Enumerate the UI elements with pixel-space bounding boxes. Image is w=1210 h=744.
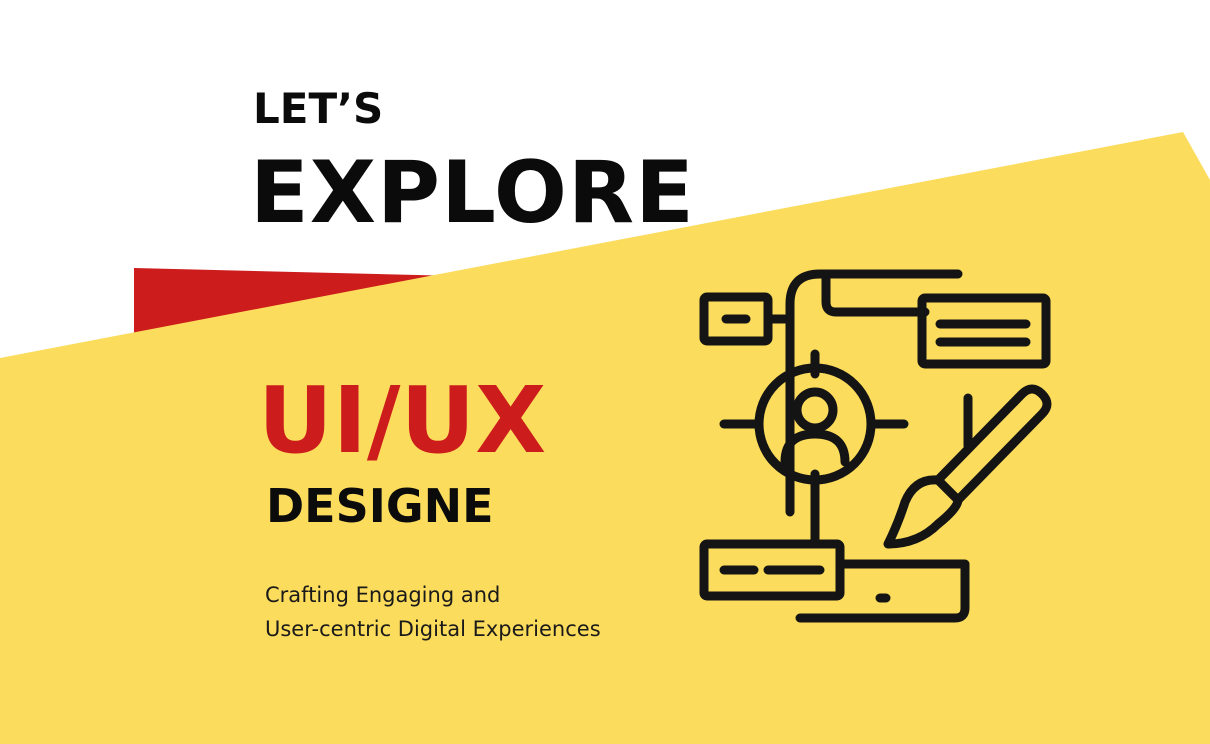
banner: LET’S EXPLORE UI/UX DESIGNE Crafting Eng… [0, 0, 1210, 744]
kicker-text: LET’S [253, 84, 384, 133]
headline-text: EXPLORE [250, 143, 695, 243]
tagline-line-1: Crafting Engaging and [265, 583, 501, 607]
ui-ux-design-icon [699, 269, 1052, 623]
tagline-line-2: User-centric Digital Experiences [265, 617, 601, 641]
tagline: Crafting Engaging and User-centric Digit… [265, 578, 601, 646]
subtitle-text: DESIGNE [266, 479, 494, 533]
accent-title: UI/UX [258, 367, 547, 474]
